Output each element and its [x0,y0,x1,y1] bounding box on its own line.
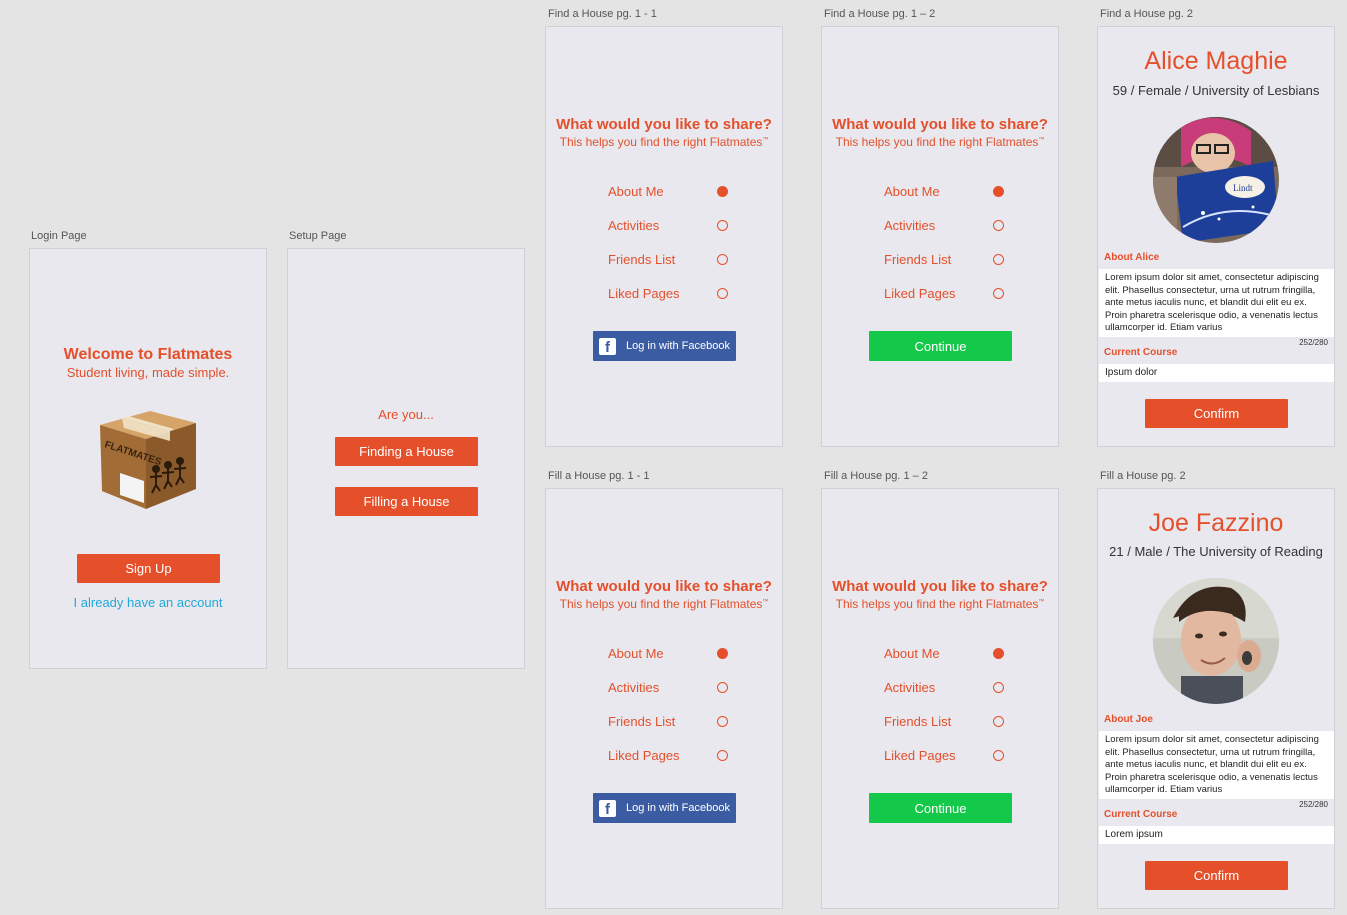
login-title: Welcome to Flatmates [63,346,233,363]
setup-page: Are you... Finding a House Filling a Hou… [287,248,525,669]
radio-icon[interactable] [993,715,1004,727]
radio-selected-icon[interactable] [993,185,1004,197]
share-option-about-me[interactable]: About Me [608,644,728,662]
radio-icon[interactable] [717,715,728,727]
setup-question: Are you... [378,407,434,422]
profile-avatar [1153,578,1279,704]
share-title: What would you like to share? [832,116,1048,133]
artboard-label-fill-1-1: Fill a House pg. 1 - 1 [548,470,650,482]
share-option-activities[interactable]: Activities [608,678,728,696]
radio-icon[interactable] [717,749,728,761]
share-option-liked-pages[interactable]: Liked Pages [608,746,728,764]
about-textarea[interactable]: Lorem ipsum dolor sit amet, consectetur … [1099,731,1334,799]
artboard-label-find-1-1: Find a House pg. 1 - 1 [548,8,657,20]
find-house-page-1-1: What would you like to share? This helps… [545,26,783,447]
share-option-friends-list[interactable]: Friends List [608,712,728,730]
finding-house-button[interactable]: Finding a House [335,437,478,466]
share-option-activities[interactable]: Activities [884,678,1004,696]
artboard-label-find-1-2: Find a House pg. 1 – 2 [824,8,936,20]
artboard-label-login: Login Page [31,230,87,242]
artboard-label-fill-1-2: Fill a House pg. 1 – 2 [824,470,928,482]
continue-button[interactable]: Continue [869,793,1012,823]
login-page: Welcome to Flatmates Student living, mad… [29,248,267,669]
artboard-label-setup: Setup Page [289,230,347,242]
course-label: Current Course [1104,809,1178,820]
fill-house-page-1-2: What would you like to share? This helps… [821,488,1059,909]
facebook-login-button[interactable]: f Log in with Facebook [593,331,736,361]
radio-selected-icon[interactable] [717,185,728,197]
profile-details: 59 / Female / University of Lesbians [1112,83,1320,98]
share-option-activities[interactable]: Activities [884,216,1004,234]
facebook-icon: f [599,799,616,817]
share-option-liked-pages[interactable]: Liked Pages [884,746,1004,764]
find-house-page-2: Alice Maghie 59 / Female / University of… [1097,26,1335,447]
profile-avatar: Lindt [1153,117,1279,243]
find-house-page-1-2: What would you like to share? This helps… [821,26,1059,447]
avatar-photo-icon [1153,578,1279,704]
course-input[interactable]: Ipsum dolor [1099,364,1334,382]
box-logo-icon: FLATMATES [100,411,196,509]
radio-icon[interactable] [717,253,728,265]
share-option-about-me[interactable]: About Me [608,182,728,200]
radio-icon[interactable] [993,749,1004,761]
profile-details: 21 / Male / The University of Reading [1109,544,1323,559]
about-textarea[interactable]: Lorem ipsum dolor sit amet, consectetur … [1099,269,1334,337]
about-label: About Alice [1104,252,1160,263]
radio-icon[interactable] [993,287,1004,299]
radio-icon[interactable] [993,219,1004,231]
svg-text:Lindt: Lindt [1233,183,1253,193]
char-counter: 252/280 [1299,338,1328,347]
radio-selected-icon[interactable] [717,647,728,659]
profile-name: Joe Fazzino [1148,509,1284,537]
share-title: What would you like to share? [556,116,772,133]
filling-house-button[interactable]: Filling a House [335,487,478,516]
share-option-liked-pages[interactable]: Liked Pages [608,284,728,302]
char-counter: 252/280 [1299,800,1328,809]
share-subtitle: This helps you find the right Flatmates™ [835,597,1045,611]
radio-icon[interactable] [993,681,1004,693]
share-option-about-me[interactable]: About Me [884,182,1004,200]
share-subtitle: This helps you find the right Flatmates™ [835,135,1045,149]
radio-icon[interactable] [993,253,1004,265]
fill-house-page-1-1: What would you like to share? This helps… [545,488,783,909]
fill-house-page-2: Joe Fazzino 21 / Male / The University o… [1097,488,1335,909]
confirm-button[interactable]: Confirm [1145,861,1288,890]
share-subtitle: This helps you find the right Flatmates™ [559,135,769,149]
course-label: Current Course [1104,347,1178,358]
sign-up-button[interactable]: Sign Up [77,554,220,583]
avatar-photo-icon: Lindt [1153,117,1279,243]
about-label: About Joe [1104,714,1153,725]
continue-button[interactable]: Continue [869,331,1012,361]
share-option-friends-list[interactable]: Friends List [884,250,1004,268]
share-subtitle: This helps you find the right Flatmates™ [559,597,769,611]
course-input[interactable]: Lorem ipsum [1099,826,1334,844]
share-option-liked-pages[interactable]: Liked Pages [884,284,1004,302]
share-title: What would you like to share? [556,578,772,595]
share-title: What would you like to share? [832,578,1048,595]
radio-icon[interactable] [717,219,728,231]
radio-icon[interactable] [717,287,728,299]
facebook-icon: f [599,337,616,355]
radio-selected-icon[interactable] [993,647,1004,659]
share-option-about-me[interactable]: About Me [884,644,1004,662]
radio-icon[interactable] [717,681,728,693]
share-option-friends-list[interactable]: Friends List [608,250,728,268]
share-option-friends-list[interactable]: Friends List [884,712,1004,730]
profile-name: Alice Maghie [1144,47,1288,75]
existing-account-link[interactable]: I already have an account [30,595,266,610]
facebook-login-button[interactable]: f Log in with Facebook [593,793,736,823]
login-subtitle: Student living, made simple. [66,365,230,380]
confirm-button[interactable]: Confirm [1145,399,1288,428]
artboard-label-fill-2: Fill a House pg. 2 [1100,470,1186,482]
share-option-activities[interactable]: Activities [608,216,728,234]
artboard-label-find-2: Find a House pg. 2 [1100,8,1193,20]
